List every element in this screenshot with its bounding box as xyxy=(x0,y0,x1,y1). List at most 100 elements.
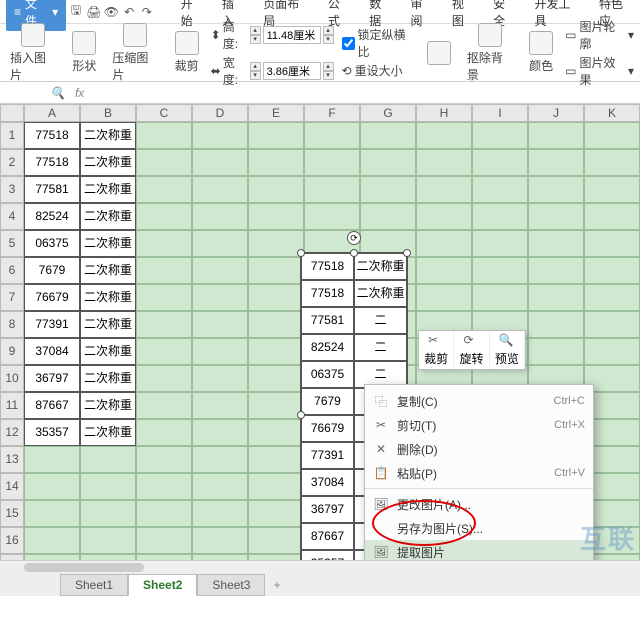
cell-C7[interactable] xyxy=(136,284,192,311)
col-header-A[interactable]: A xyxy=(24,104,80,122)
cell-B6[interactable]: 二次称重 xyxy=(80,257,136,284)
tab-sheet2[interactable]: Sheet2 xyxy=(128,574,197,596)
cell-B15[interactable] xyxy=(80,500,136,527)
cell-A16[interactable] xyxy=(24,527,80,554)
add-sheet-button[interactable]: + xyxy=(265,575,288,595)
cell-J7[interactable] xyxy=(528,284,584,311)
cell-K5[interactable] xyxy=(584,230,640,257)
reset-size-button[interactable]: ⟲ 重设大小 xyxy=(342,62,415,79)
cell-B12[interactable]: 二次称重 xyxy=(80,419,136,446)
cell-B3[interactable]: 二次称重 xyxy=(80,176,136,203)
cell-C14[interactable] xyxy=(136,473,192,500)
menu-data[interactable]: 数据 xyxy=(369,0,392,29)
cell-D11[interactable] xyxy=(192,392,248,419)
cell-E3[interactable] xyxy=(248,176,304,203)
cell-D13[interactable] xyxy=(192,446,248,473)
color-button[interactable]: 颜色 xyxy=(525,31,557,74)
cell-K7[interactable] xyxy=(584,284,640,311)
save-icon[interactable]: 🖫 xyxy=(68,4,84,20)
resize-handle-n[interactable] xyxy=(350,249,358,257)
cell-A11[interactable]: 87667 xyxy=(24,392,80,419)
zoom-icon[interactable]: 🔍 xyxy=(50,86,65,100)
cell-C10[interactable] xyxy=(136,365,192,392)
cell-C3[interactable] xyxy=(136,176,192,203)
row-header-1[interactable]: 1 xyxy=(0,122,24,149)
cell-A7[interactable]: 76679 xyxy=(24,284,80,311)
horizontal-scrollbar[interactable] xyxy=(0,560,640,574)
cell-C16[interactable] xyxy=(136,527,192,554)
cell-B5[interactable]: 二次称重 xyxy=(80,230,136,257)
cell-C8[interactable] xyxy=(136,311,192,338)
ctx-另存为图片(S)...[interactable]: 另存为图片(S)... xyxy=(365,516,593,540)
cell-K9[interactable] xyxy=(584,338,640,365)
ctx-粘贴(P)[interactable]: 📋粘贴(P)Ctrl+V xyxy=(365,461,593,485)
resize-handle-w[interactable] xyxy=(297,411,305,419)
cell-I1[interactable] xyxy=(472,122,528,149)
col-header-E[interactable]: E xyxy=(248,104,304,122)
cell-K4[interactable] xyxy=(584,203,640,230)
col-header-F[interactable]: F xyxy=(304,104,360,122)
cell-E2[interactable] xyxy=(248,149,304,176)
width-input[interactable] xyxy=(263,62,321,80)
shape-button[interactable]: 形状 xyxy=(68,31,100,74)
resize-handle-ne[interactable] xyxy=(403,249,411,257)
cell-C11[interactable] xyxy=(136,392,192,419)
cell-B10[interactable]: 二次称重 xyxy=(80,365,136,392)
cell-A9[interactable]: 37084 xyxy=(24,338,80,365)
cell-D1[interactable] xyxy=(192,122,248,149)
row-header-6[interactable]: 6 xyxy=(0,257,24,284)
cell-J2[interactable] xyxy=(528,149,584,176)
spin-down[interactable]: ▾ xyxy=(250,35,261,44)
cell-A14[interactable] xyxy=(24,473,80,500)
row-header-7[interactable]: 7 xyxy=(0,284,24,311)
cell-E10[interactable] xyxy=(248,365,304,392)
row-header-15[interactable]: 15 xyxy=(0,500,24,527)
cell-C15[interactable] xyxy=(136,500,192,527)
col-header-I[interactable]: I xyxy=(472,104,528,122)
col-header-G[interactable]: G xyxy=(360,104,416,122)
cell-A10[interactable]: 36797 xyxy=(24,365,80,392)
resize-handle-nw[interactable] xyxy=(297,249,305,257)
rotate-handle[interactable]: ⟳ xyxy=(347,231,361,245)
undo-icon[interactable]: ↶ xyxy=(121,4,137,20)
row-header-4[interactable]: 4 xyxy=(0,203,24,230)
row-header-11[interactable]: 11 xyxy=(0,392,24,419)
col-header-K[interactable]: K xyxy=(584,104,640,122)
cell-H5[interactable] xyxy=(416,230,472,257)
cell-J5[interactable] xyxy=(528,230,584,257)
cell-C2[interactable] xyxy=(136,149,192,176)
row-header-13[interactable]: 13 xyxy=(0,446,24,473)
remove-bg-button[interactable]: 抠除背景 xyxy=(463,23,517,83)
cell-E9[interactable] xyxy=(248,338,304,365)
mini-crop-button[interactable]: ✂裁剪 xyxy=(419,331,454,369)
cell-I6[interactable] xyxy=(472,257,528,284)
cell-E1[interactable] xyxy=(248,122,304,149)
cell-D9[interactable] xyxy=(192,338,248,365)
cell-D3[interactable] xyxy=(192,176,248,203)
cell-B16[interactable] xyxy=(80,527,136,554)
cell-A12[interactable]: 35357 xyxy=(24,419,80,446)
col-header-H[interactable]: H xyxy=(416,104,472,122)
cell-E13[interactable] xyxy=(248,446,304,473)
cell-A8[interactable]: 77391 xyxy=(24,311,80,338)
cell-C13[interactable] xyxy=(136,446,192,473)
cell-B14[interactable] xyxy=(80,473,136,500)
cell-J9[interactable] xyxy=(528,338,584,365)
cell-B1[interactable]: 二次称重 xyxy=(80,122,136,149)
cell-D12[interactable] xyxy=(192,419,248,446)
col-header-J[interactable]: J xyxy=(528,104,584,122)
cell-E5[interactable] xyxy=(248,230,304,257)
cell-B2[interactable]: 二次称重 xyxy=(80,149,136,176)
cell-H1[interactable] xyxy=(416,122,472,149)
cell-K8[interactable] xyxy=(584,311,640,338)
cell-H6[interactable] xyxy=(416,257,472,284)
ctx-剪切(T)[interactable]: ✂剪切(T)Ctrl+X xyxy=(365,413,593,437)
row-header-8[interactable]: 8 xyxy=(0,311,24,338)
cell-D10[interactable] xyxy=(192,365,248,392)
cell-D6[interactable] xyxy=(192,257,248,284)
compress-button[interactable]: 压缩图片 xyxy=(108,23,162,83)
cell-I2[interactable] xyxy=(472,149,528,176)
outline-button[interactable]: ▭ 图片轮廓 ▾ xyxy=(565,18,634,52)
cell-A4[interactable]: 82524 xyxy=(24,203,80,230)
cell-A5[interactable]: 06375 xyxy=(24,230,80,257)
